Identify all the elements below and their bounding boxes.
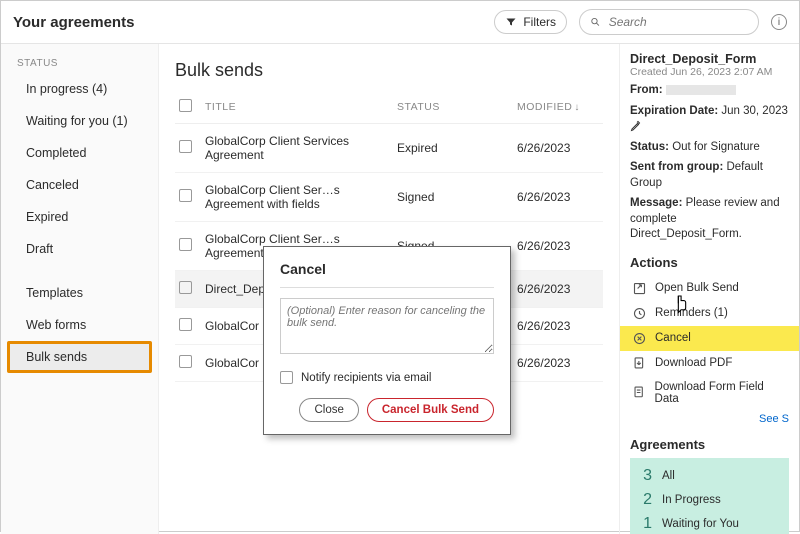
notify-label: Notify recipients via email bbox=[301, 372, 431, 384]
close-button[interactable]: Close bbox=[299, 398, 358, 422]
select-all-checkbox[interactable] bbox=[179, 99, 192, 112]
col-status[interactable]: STATUS bbox=[393, 91, 513, 124]
row-checkbox[interactable] bbox=[179, 318, 192, 331]
filter-icon bbox=[505, 16, 517, 28]
table-row[interactable]: GlobalCorp Client Ser…s Agreement with f… bbox=[175, 173, 603, 222]
cancel-bulk-send-button[interactable]: Cancel Bulk Send bbox=[367, 398, 494, 422]
table-row[interactable]: GlobalCorp Client Services AgreementExpi… bbox=[175, 124, 603, 173]
sidebar-item-completed[interactable]: Completed bbox=[7, 137, 152, 169]
edit-icon[interactable] bbox=[630, 120, 642, 132]
from-value bbox=[666, 85, 736, 95]
agreements-in-progress[interactable]: 2In Progress bbox=[638, 488, 781, 512]
cancel-modal: Cancel Notify recipients via email Close… bbox=[263, 246, 511, 435]
row-checkbox[interactable] bbox=[179, 355, 192, 368]
row-checkbox[interactable] bbox=[179, 238, 192, 251]
status-value: Out for Signature bbox=[672, 141, 760, 153]
filters-button[interactable]: Filters bbox=[494, 10, 567, 34]
sidebar-item-web-forms[interactable]: Web forms bbox=[7, 309, 152, 341]
cancel-reason-input[interactable] bbox=[280, 298, 494, 354]
open-icon bbox=[632, 281, 647, 296]
modal-title: Cancel bbox=[280, 261, 494, 277]
action-download-pdf[interactable]: Download PDF bbox=[630, 351, 789, 376]
agreements-heading: Agreements bbox=[630, 437, 789, 452]
status-label: Status: bbox=[630, 141, 669, 153]
agreements-all[interactable]: 3All bbox=[638, 464, 781, 488]
expiration-label: Expiration Date: bbox=[630, 105, 718, 117]
download-form-icon bbox=[632, 385, 647, 400]
sidebar-item-canceled[interactable]: Canceled bbox=[7, 169, 152, 201]
group-label: Sent from group: bbox=[630, 161, 723, 173]
row-checkbox[interactable] bbox=[179, 281, 192, 294]
sidebar-item-waiting[interactable]: Waiting for you (1) bbox=[7, 105, 152, 137]
page-title: Your agreements bbox=[13, 14, 163, 31]
action-open-bulk-send[interactable]: Open Bulk Send bbox=[630, 276, 789, 301]
agreements-waiting[interactable]: 1Waiting for You bbox=[638, 512, 781, 534]
col-modified[interactable]: MODIFIED↓ bbox=[513, 91, 603, 124]
details-panel: Direct_Deposit_Form Created Jun 26, 2023… bbox=[619, 44, 799, 534]
cancel-icon bbox=[632, 331, 647, 346]
download-icon bbox=[632, 356, 647, 371]
sidebar-item-draft[interactable]: Draft bbox=[7, 233, 152, 265]
row-checkbox[interactable] bbox=[179, 140, 192, 153]
sidebar-item-expired[interactable]: Expired bbox=[7, 201, 152, 233]
info-icon[interactable]: i bbox=[771, 14, 787, 30]
filters-label: Filters bbox=[523, 15, 556, 29]
action-reminders[interactable]: Reminders (1) bbox=[630, 301, 789, 326]
sidebar-item-templates[interactable]: Templates bbox=[7, 277, 152, 309]
details-name: Direct_Deposit_Form bbox=[630, 52, 789, 66]
see-more-link[interactable]: See S bbox=[630, 413, 789, 425]
action-download-form-field-data[interactable]: Download Form Field Data bbox=[630, 376, 789, 410]
search-icon bbox=[590, 16, 601, 28]
row-checkbox[interactable] bbox=[179, 189, 192, 202]
notify-checkbox[interactable] bbox=[280, 371, 293, 384]
clock-icon bbox=[632, 306, 647, 321]
search-field[interactable] bbox=[579, 9, 759, 35]
search-input[interactable] bbox=[607, 14, 748, 30]
message-label: Message: bbox=[630, 197, 682, 209]
section-heading: Bulk sends bbox=[175, 60, 603, 81]
from-label: From: bbox=[630, 84, 663, 96]
sort-desc-icon: ↓ bbox=[574, 102, 580, 113]
col-title[interactable]: TITLE bbox=[201, 91, 393, 124]
sidebar-item-bulk-sends[interactable]: Bulk sends bbox=[7, 341, 152, 373]
details-created: Created Jun 26, 2023 2:07 AM bbox=[630, 66, 789, 78]
agreements-summary: 3All 2In Progress 1Waiting for You bbox=[630, 458, 789, 534]
sidebar: STATUS In progress (4) Waiting for you (… bbox=[1, 44, 159, 534]
sidebar-status-heading: STATUS bbox=[1, 54, 158, 73]
action-cancel[interactable]: Cancel bbox=[620, 326, 799, 351]
sidebar-item-in-progress[interactable]: In progress (4) bbox=[7, 73, 152, 105]
expiration-value: Jun 30, 2023 bbox=[721, 105, 788, 117]
actions-heading: Actions bbox=[630, 255, 789, 270]
